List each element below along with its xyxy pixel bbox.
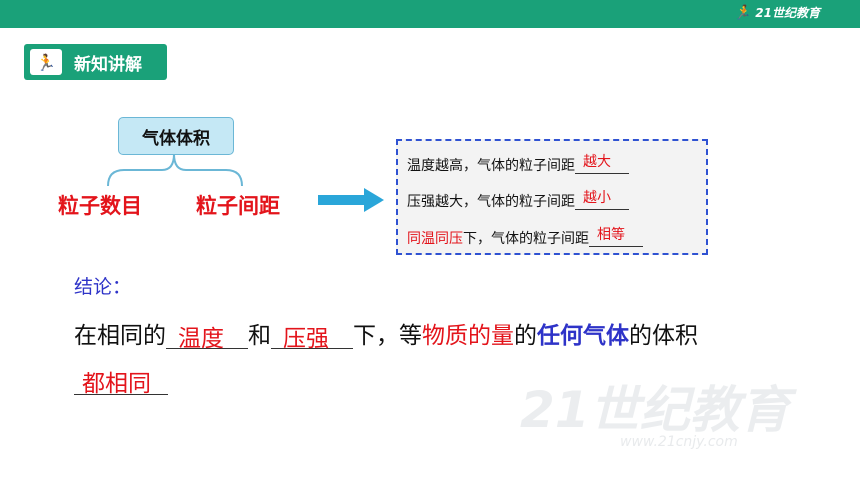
answer-blank: 相等 (589, 227, 643, 247)
runner-icon: 🏃 (30, 49, 62, 75)
brand-text: 21世纪教育 (755, 6, 820, 20)
runner-icon: 🏃 (733, 4, 752, 21)
answer-blank: 越大 (575, 154, 629, 174)
section-badge: 🏃 新知讲解 (24, 44, 167, 80)
gas-volume-box: 气体体积 (118, 117, 234, 155)
watermark-url: www.21cnjy.com (620, 434, 738, 450)
answer-blank: 都相同 (74, 364, 168, 397)
brace-connector (107, 153, 243, 187)
right-arrow-icon (318, 188, 384, 212)
brand-logo: 🏃 21世纪教育 (734, 4, 820, 21)
particle-distance-label: 粒子间距 (196, 194, 280, 218)
spacing-box: 温度越高，气体的粒子间距 越大 压强越大，气体的粒子间距 越小 同温同压下，气体的粒… (396, 139, 708, 255)
box-row: 同温同压下，气体的粒子间距 相等 (407, 227, 643, 248)
conclusion-label: 结论： (74, 276, 132, 298)
answer-blank: 压强 (271, 322, 353, 352)
answer-blank: 越小 (575, 190, 629, 210)
particle-count-label: 粒子数目 (58, 194, 142, 218)
conclusion-sentence: 在相同的 温度和压强 下，等物质的量的任何气体的体积 (74, 322, 698, 352)
watermark-logo: 21世纪教育 (520, 381, 790, 439)
top-bar: 🏃 21世纪教育 (0, 0, 860, 28)
answer-blank: 温度 (166, 322, 248, 352)
box-row: 压强越大，气体的粒子间距 越小 (407, 190, 629, 211)
box-row: 温度越高，气体的粒子间距 越大 (407, 154, 629, 175)
section-title: 新知讲解 (74, 54, 142, 75)
